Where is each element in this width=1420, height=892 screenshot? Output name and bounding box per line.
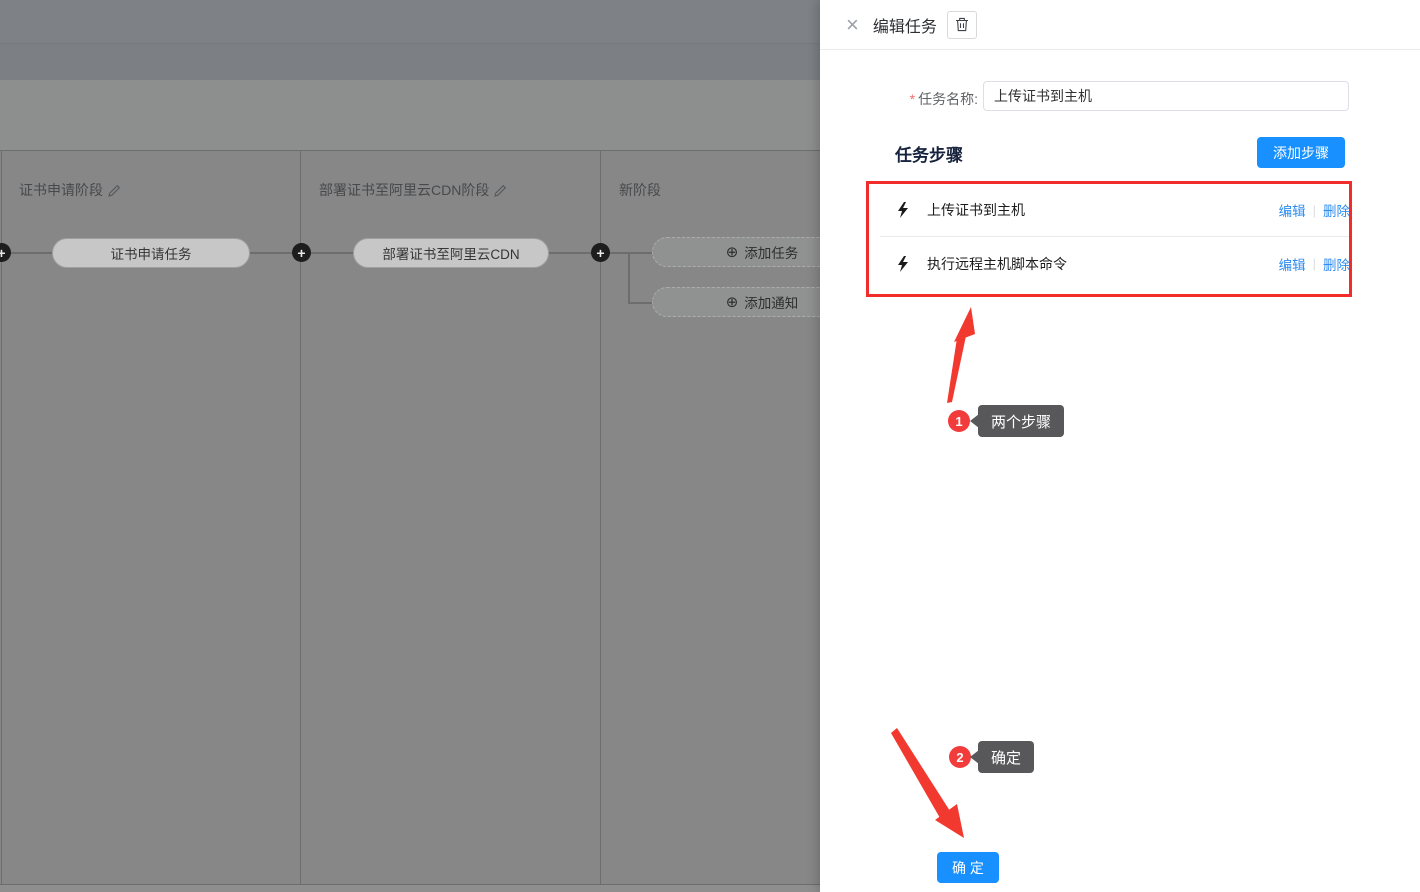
step-edit-link[interactable]: 编辑 xyxy=(1279,254,1306,274)
step-name: 执行远程主机脚本命令 xyxy=(927,254,1067,274)
app-titlebar xyxy=(0,0,820,43)
task-name-input[interactable] xyxy=(983,81,1349,111)
add-task-label: 添加任务 xyxy=(744,242,798,262)
add-step-button[interactable]: 添加步骤 xyxy=(1257,137,1345,168)
lightning-icon xyxy=(897,202,911,218)
add-notice-label: 添加通知 xyxy=(744,292,798,312)
plus-icon: + xyxy=(0,246,6,260)
edit-pencil-icon[interactable] xyxy=(108,184,121,197)
drawer-header: × 编辑任务 xyxy=(820,0,1420,50)
required-mark: * xyxy=(910,91,915,107)
drawer-title: 编辑任务 xyxy=(873,13,937,37)
task-node-1-label: 证书申请任务 xyxy=(111,243,192,263)
tooltip-notch xyxy=(970,750,979,764)
lightning-icon xyxy=(897,256,911,272)
workflow-toolbar xyxy=(0,80,820,150)
stage-title-3: 新阶段 xyxy=(619,180,661,200)
plus-icon: + xyxy=(596,246,604,260)
app-header-bar xyxy=(0,43,820,80)
circle-plus-icon: ⊕ xyxy=(726,295,739,310)
branch-connector-line xyxy=(628,252,630,303)
stage-title-2: 部署证书至阿里云CDN阶段 xyxy=(319,180,507,200)
step-delete-link[interactable]: 删除 xyxy=(1323,254,1350,274)
annotation-tooltip-2: 确定 xyxy=(978,741,1034,773)
confirm-button[interactable]: 确 定 xyxy=(937,852,999,883)
workflow-canvas: 证书申请阶段 部署证书至阿里云CDN阶段 新阶段 证书申请任务 部署证书至阿里云… xyxy=(0,150,820,884)
step-delete-link[interactable]: 删除 xyxy=(1323,200,1350,220)
stage-title-3-text: 新阶段 xyxy=(619,180,661,200)
step-row[interactable]: 执行远程主机脚本命令 编辑 | 删除 xyxy=(880,237,1350,290)
task-node-certificate-apply[interactable]: 证书申请任务 xyxy=(52,238,250,268)
trash-icon xyxy=(955,17,969,32)
canvas-bottom-strip xyxy=(0,884,820,892)
task-name-label: *任务名称: xyxy=(898,89,978,109)
task-name-label-text: 任务名称: xyxy=(918,91,978,107)
step-name: 上传证书到主机 xyxy=(927,200,1025,220)
step-edit-link[interactable]: 编辑 xyxy=(1279,200,1306,220)
edit-task-drawer: × 编辑任务 *任务名称: 任务步骤 添加步骤 上传证书到主机 编辑 | 删除 … xyxy=(820,0,1420,892)
badge-number: 1 xyxy=(955,414,962,429)
tooltip-notch xyxy=(970,414,979,428)
annotation-arrow-down xyxy=(886,724,990,846)
annotation-arrow-up xyxy=(938,303,988,405)
delete-task-button[interactable] xyxy=(947,11,977,39)
annotation-badge-2: 2 xyxy=(949,746,971,768)
link-separator: | xyxy=(1313,203,1316,218)
annotation-tooltip-1: 两个步骤 xyxy=(978,405,1064,437)
stage-title-1-text: 证书申请阶段 xyxy=(19,180,103,200)
link-separator: | xyxy=(1313,256,1316,271)
insert-stage-button-2[interactable]: + xyxy=(292,243,311,262)
add-notice-node[interactable]: ⊕ 添加通知 xyxy=(652,287,820,317)
task-node-deploy-cdn[interactable]: 部署证书至阿里云CDN xyxy=(353,238,549,268)
plus-icon: + xyxy=(297,246,305,260)
circle-plus-icon: ⊕ xyxy=(726,245,739,260)
steps-section-heading: 任务步骤 xyxy=(895,141,963,166)
annotation-badge-1: 1 xyxy=(948,410,970,432)
edit-pencil-icon[interactable] xyxy=(494,184,507,197)
stage-title-2-text: 部署证书至阿里云CDN阶段 xyxy=(319,180,489,200)
badge-number: 2 xyxy=(956,750,963,765)
step-row[interactable]: 上传证书到主机 编辑 | 删除 xyxy=(880,184,1350,237)
insert-stage-button-3[interactable]: + xyxy=(591,243,610,262)
stage-title-1: 证书申请阶段 xyxy=(19,180,121,200)
close-icon[interactable]: × xyxy=(846,14,859,36)
task-node-2-label: 部署证书至阿里云CDN xyxy=(382,243,519,263)
add-task-node[interactable]: ⊕ 添加任务 xyxy=(652,237,820,267)
